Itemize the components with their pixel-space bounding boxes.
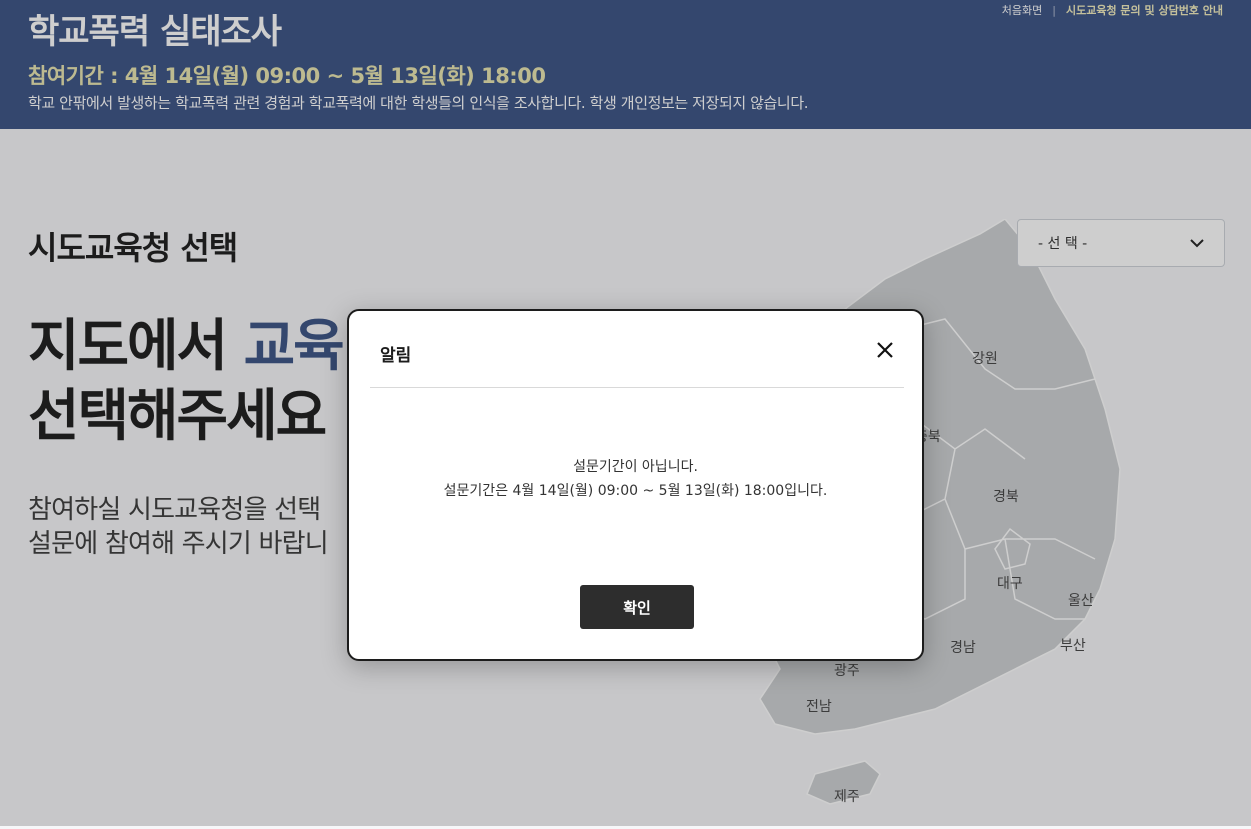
close-icon[interactable]: [874, 339, 896, 361]
dialog-message: 설문기간이 아닙니다. 설문기간은 4월 14일(월) 09:00 ~ 5월 1…: [349, 455, 922, 503]
confirm-button[interactable]: 확인: [580, 585, 694, 629]
dialog-message-line1: 설문기간이 아닙니다.: [573, 459, 698, 475]
alert-dialog: 알림 설문기간이 아닙니다. 설문기간은 4월 14일(월) 09:00 ~ 5…: [347, 309, 924, 661]
dialog-divider: [370, 387, 904, 388]
dialog-title: 알림: [380, 346, 412, 366]
dialog-message-line2: 설문기간은 4월 14일(월) 09:00 ~ 5월 13일(화) 18:00입…: [443, 483, 828, 499]
